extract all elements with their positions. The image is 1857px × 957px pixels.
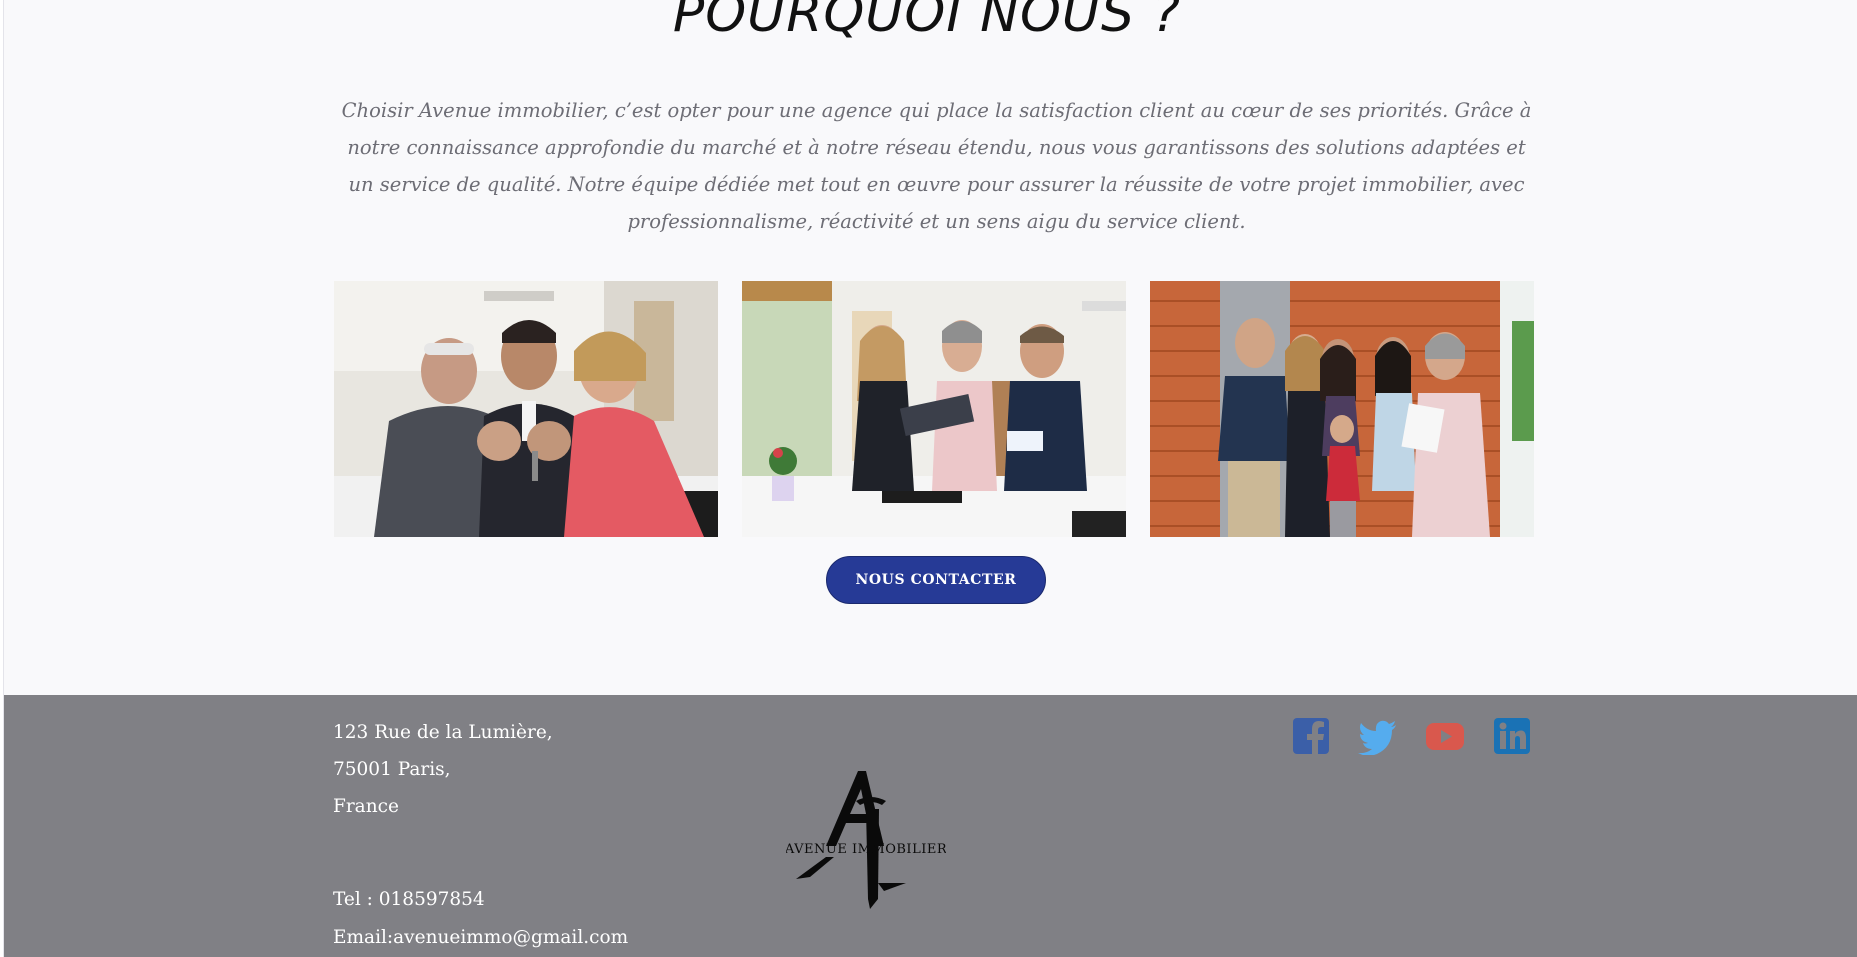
gallery-photo-agents-meeting: [742, 281, 1126, 537]
facebook-icon[interactable]: [1292, 717, 1330, 755]
address-line-1: 123 Rue de la Lumière,: [333, 722, 553, 743]
gallery-photo-seniors-keys: [334, 281, 718, 537]
site-footer: 123 Rue de la Lumière, 75001 Paris, Fran…: [4, 695, 1857, 957]
contact-button[interactable]: NOUS CONTACTER: [826, 556, 1046, 604]
email-address[interactable]: Email:avenueimmo@gmail.com: [333, 927, 628, 948]
avenue-immobilier-logo: AVENUE IMMOBILIER: [784, 771, 947, 911]
address-line-3: France: [333, 796, 399, 817]
photo-gallery: [334, 281, 1539, 537]
svg-text:AVENUE IMMOBILIER: AVENUE IMMOBILIER: [786, 842, 946, 857]
address-line-2: 75001 Paris,: [333, 759, 451, 780]
twitter-icon[interactable]: [1358, 717, 1396, 755]
intro-paragraph: Choisir Avenue immobilier, c’est opter p…: [341, 99, 1532, 233]
gallery-photo-family-keys: [1150, 281, 1534, 537]
section-title: POURQUOI NOUS ?: [672, 0, 1182, 44]
youtube-icon[interactable]: [1425, 717, 1464, 755]
phone-number: Tel : 018597854: [333, 889, 485, 910]
linkedin-icon[interactable]: [1493, 717, 1531, 755]
